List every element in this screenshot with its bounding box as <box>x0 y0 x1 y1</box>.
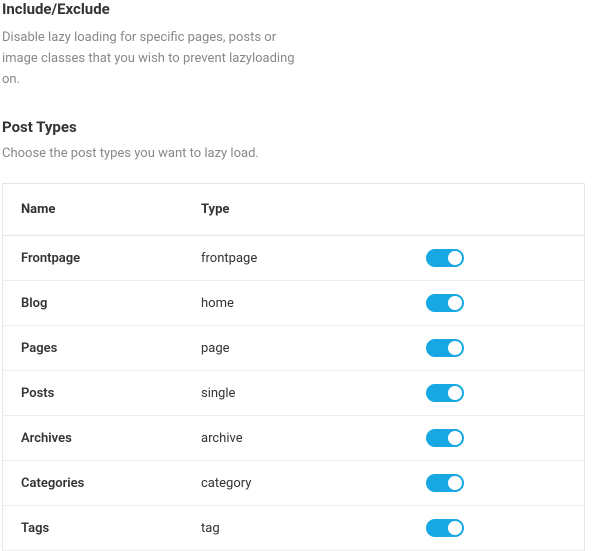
subsection-description: Choose the post types you want to lazy l… <box>0 146 600 161</box>
table-row: Postssingle <box>3 371 584 416</box>
table-row: Bloghome <box>3 281 584 326</box>
toggle-switch[interactable] <box>426 249 464 267</box>
row-name: Categories <box>21 476 201 491</box>
toggle-knob <box>448 521 462 535</box>
row-toggle-cell <box>421 294 566 312</box>
toggle-knob <box>448 296 462 310</box>
row-toggle-cell <box>421 249 566 267</box>
toggle-knob <box>448 341 462 355</box>
subsection-title: Post Types <box>0 118 600 136</box>
table-row: Tagstag <box>3 506 584 551</box>
header-name: Name <box>21 202 201 217</box>
table-row: Pagespage <box>3 326 584 371</box>
section-description: Disable lazy loading for specific pages,… <box>0 28 300 90</box>
toggle-switch[interactable] <box>426 384 464 402</box>
table-row: Categoriescategory <box>3 461 584 506</box>
table-row: Archivesarchive <box>3 416 584 461</box>
toggle-switch[interactable] <box>426 294 464 312</box>
section-title: Include/Exclude <box>0 0 600 18</box>
row-type: single <box>201 386 421 401</box>
row-type: page <box>201 341 421 356</box>
row-name: Pages <box>21 341 201 356</box>
toggle-knob <box>448 431 462 445</box>
row-toggle-cell <box>421 474 566 492</box>
row-type: tag <box>201 521 421 536</box>
row-name: Archives <box>21 431 201 446</box>
row-type: home <box>201 296 421 311</box>
table-row: Frontpagefrontpage <box>3 236 584 281</box>
post-types-table: Name Type FrontpagefrontpageBloghomePage… <box>2 183 585 551</box>
header-type: Type <box>201 202 421 217</box>
toggle-switch[interactable] <box>426 339 464 357</box>
row-toggle-cell <box>421 339 566 357</box>
row-toggle-cell <box>421 384 566 402</box>
table-header: Name Type <box>3 184 584 236</box>
toggle-knob <box>448 476 462 490</box>
row-type: frontpage <box>201 251 421 266</box>
row-name: Posts <box>21 386 201 401</box>
toggle-switch[interactable] <box>426 519 464 537</box>
row-type: archive <box>201 431 421 446</box>
row-name: Tags <box>21 521 201 536</box>
row-name: Blog <box>21 296 201 311</box>
row-name: Frontpage <box>21 251 201 266</box>
toggle-switch[interactable] <box>426 429 464 447</box>
row-type: category <box>201 476 421 491</box>
toggle-knob <box>448 386 462 400</box>
row-toggle-cell <box>421 429 566 447</box>
row-toggle-cell <box>421 519 566 537</box>
toggle-switch[interactable] <box>426 474 464 492</box>
toggle-knob <box>448 251 462 265</box>
